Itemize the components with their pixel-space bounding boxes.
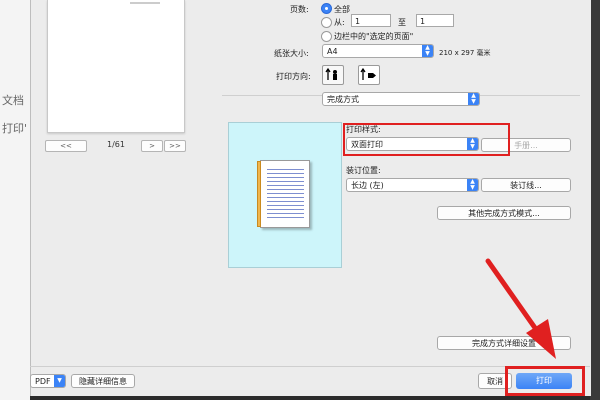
text-line xyxy=(267,177,304,178)
binding-line-button[interactable]: 装订线... xyxy=(481,178,571,192)
preview-text-line xyxy=(130,2,160,4)
text-line xyxy=(267,201,304,202)
landscape-orientation-button[interactable] xyxy=(358,65,380,85)
text-line xyxy=(267,169,304,170)
text-line xyxy=(267,173,304,174)
pages-all-label: 全部 xyxy=(334,5,350,14)
background-document: 文档 打印' xyxy=(0,0,30,400)
binding-label: 装订位置: xyxy=(346,166,381,175)
annotation-arrow-icon xyxy=(485,258,556,359)
pages-to-label: 至 xyxy=(398,18,406,27)
first-page-button[interactable]: << xyxy=(45,140,87,152)
pdf-label: PDF xyxy=(35,377,51,386)
hide-details-button[interactable]: 隐藏详细信息 xyxy=(71,374,135,388)
pages-from-label: 从: xyxy=(334,18,345,27)
paper-dimensions: 210 x 297 毫米 xyxy=(439,49,491,57)
chevron-updown-icon: ▲ ▼ xyxy=(467,179,478,191)
text-line xyxy=(267,217,304,218)
duplex-document-icon xyxy=(257,160,310,228)
background-text: 文档 xyxy=(2,94,24,107)
pages-from-field[interactable]: 1 xyxy=(351,14,391,27)
section-select[interactable]: 完成方式 ▲ ▼ xyxy=(322,92,480,106)
text-line xyxy=(267,213,304,214)
page-indicator: 1/61 xyxy=(107,140,125,149)
pages-label: 页数: xyxy=(290,5,309,14)
text-line xyxy=(267,209,304,210)
text-line xyxy=(267,197,304,198)
chevron-down-icon: ▼ xyxy=(54,375,65,387)
page-preview xyxy=(47,0,185,133)
text-line xyxy=(267,185,304,186)
pages-selection-radio[interactable] xyxy=(321,31,332,42)
pages-selection-label: 边栏中的"选定的页面" xyxy=(334,32,414,41)
orientation-label: 打印方向: xyxy=(276,72,311,81)
highlight-print-button xyxy=(505,366,585,396)
portrait-icon xyxy=(325,67,337,80)
binding-value: 长边 (左) xyxy=(351,181,384,190)
text-line xyxy=(267,181,304,182)
paper-size-label: 纸张大小: xyxy=(274,49,309,58)
last-page-button[interactable]: >> xyxy=(164,140,186,152)
chevron-updown-icon: ▲ ▼ xyxy=(468,93,479,105)
landscape-icon xyxy=(360,67,376,80)
pdf-menu-button[interactable]: PDF ▼ xyxy=(30,374,66,388)
text-line xyxy=(267,189,304,190)
background-text: 打印' xyxy=(2,122,28,135)
pages-all-radio[interactable] xyxy=(321,3,332,14)
pages-range-radio[interactable] xyxy=(321,17,332,28)
pages-to-field[interactable]: 1 xyxy=(416,14,454,27)
portrait-orientation-button[interactable] xyxy=(322,65,344,85)
chevron-updown-icon: ▲ ▼ xyxy=(422,45,433,57)
paper-size-value: A4 xyxy=(327,47,338,56)
finishing-preview xyxy=(228,122,342,268)
text-line xyxy=(267,193,304,194)
other-finishing-modes-button[interactable]: 其他完成方式模式... xyxy=(437,206,571,220)
paper-size-select[interactable]: A4 ▲ ▼ xyxy=(322,44,434,58)
section-value: 完成方式 xyxy=(327,95,359,104)
background-edge xyxy=(590,0,600,400)
text-line xyxy=(267,205,304,206)
binding-edge xyxy=(257,161,261,227)
binding-select[interactable]: 长边 (左) ▲ ▼ xyxy=(346,178,479,192)
highlight-print-style xyxy=(343,123,510,156)
next-page-button[interactable]: > xyxy=(141,140,163,152)
